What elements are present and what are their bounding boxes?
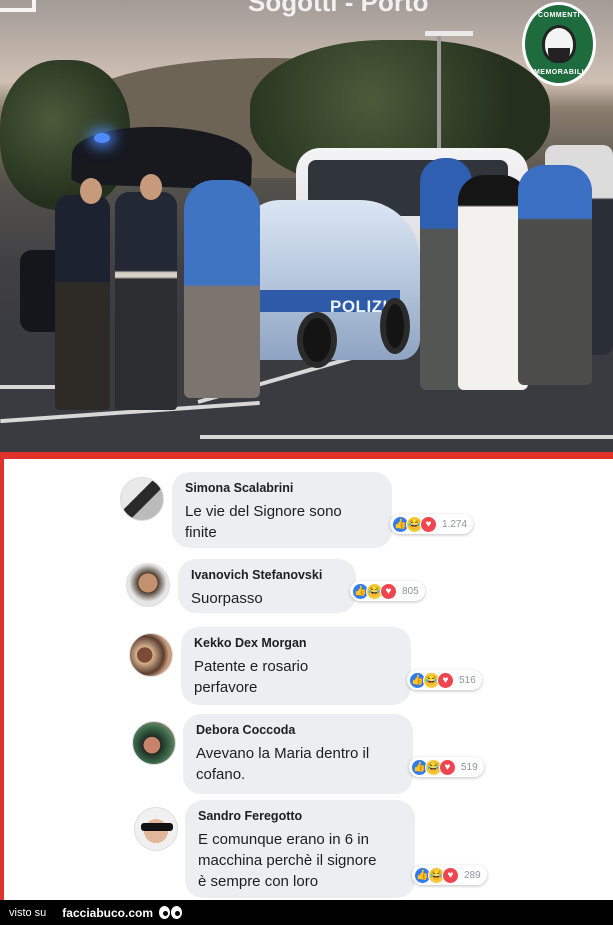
site-footer: visto su facciabuco.com — [0, 900, 613, 925]
love-icon: ♥ — [420, 515, 437, 533]
footer-prefix: visto su — [9, 906, 47, 919]
love-icon: ♥ — [380, 582, 397, 600]
lane-line — [200, 435, 613, 439]
comment-text: Suorpasso — [191, 590, 263, 607]
nun — [518, 165, 592, 385]
comment-text: è sempre con loro — [198, 873, 319, 890]
nun — [184, 180, 260, 398]
reaction-summary[interactable]: 👍 😂 ♥ 519 — [409, 757, 484, 777]
love-icon: ♥ — [439, 758, 456, 776]
comment-text: E comunque erano in 6 in — [198, 831, 369, 848]
comment-text: perfavore — [194, 679, 258, 696]
comment-text: finite — [185, 524, 217, 541]
street-lamp-head — [425, 31, 473, 36]
love-icon: ♥ — [442, 866, 459, 884]
logo-top-text: COMMENTI — [537, 12, 581, 19]
avatar[interactable] — [120, 477, 164, 521]
police-officer — [55, 195, 110, 410]
comment-bubble: Simona Scalabrini Le vie del Signore son… — [172, 472, 392, 548]
commenti-memorabili-logo: COMMENTI MEMORABILI — [522, 2, 596, 86]
avatar[interactable] — [132, 721, 176, 765]
siren-light — [94, 133, 110, 143]
comment-text: Patente e rosario — [194, 658, 309, 675]
reaction-count: 516 — [459, 674, 476, 686]
comment-author[interactable]: Ivanovich Stefanovski — [191, 568, 342, 582]
reaction-summary[interactable]: 👍 😂 ♥ 516 — [407, 670, 482, 690]
police-officer-head — [80, 178, 102, 204]
comment-bubble: Debora Coccoda Avevano la Maria dentro i… — [183, 714, 413, 794]
eye — [171, 906, 182, 919]
comment-author[interactable]: Kekko Dex Morgan — [194, 636, 397, 650]
site-link[interactable]: facciabuco.com — [62, 906, 153, 920]
police-car-wheel — [380, 298, 410, 354]
reaction-summary[interactable]: 👍 😂 ♥ 289 — [412, 865, 487, 885]
comments-panel: Simona Scalabrini Le vie del Signore son… — [0, 459, 613, 900]
police-officer-head — [140, 174, 162, 200]
avatar[interactable] — [129, 633, 173, 677]
comment-bubble: Kekko Dex Morgan Patente e rosario perfa… — [181, 627, 411, 705]
comment-text: cofano. — [196, 766, 246, 783]
police-car-wheel — [297, 312, 337, 368]
comment-author[interactable]: Simona Scalabrini — [185, 481, 378, 495]
comment-bubble: Sandro Feregotto E comunque erano in 6 i… — [185, 800, 415, 898]
comment-author[interactable]: Debora Coccoda — [196, 723, 399, 737]
reaction-summary[interactable]: 👍 😂 ♥ 1.274 — [390, 514, 474, 534]
eyes-icon — [159, 906, 183, 919]
sunglasses-icon — [141, 823, 173, 831]
police-officer — [115, 192, 177, 410]
reaction-summary[interactable]: 👍 😂 ♥ 805 — [350, 581, 425, 601]
reaction-count: 1.274 — [442, 518, 468, 530]
love-icon: ♥ — [437, 671, 454, 689]
comment-bubble: Ivanovich Stefanovski Suorpasso — [178, 559, 356, 613]
pupil — [163, 911, 168, 916]
street-lamp-pole — [437, 36, 441, 151]
red-divider — [0, 452, 613, 459]
logo-bottom-text: MEMORABILI — [533, 69, 585, 76]
reaction-count: 289 — [464, 869, 481, 881]
reaction-count: 519 — [461, 761, 478, 773]
comment-text: Avevano la Maria dentro il — [196, 745, 370, 762]
news-photo: POLIZIA Sogotti - Porto COMMENTI MEMORAB… — [0, 0, 613, 453]
beard — [548, 48, 570, 63]
overlay-corner-mark — [0, 0, 36, 12]
comment-text: Le vie del Signore sono — [185, 503, 342, 520]
pupil — [175, 911, 180, 916]
photo-caption: Sogotti - Porto — [248, 0, 429, 17]
comment-text: macchina perchè il signore — [198, 852, 377, 869]
comment-author[interactable]: Sandro Feregotto — [198, 809, 401, 823]
avatar[interactable] — [126, 563, 170, 607]
eye — [159, 906, 170, 919]
avatar[interactable] — [134, 807, 178, 851]
reaction-count: 805 — [402, 585, 419, 597]
bearded-face-icon — [542, 25, 576, 63]
